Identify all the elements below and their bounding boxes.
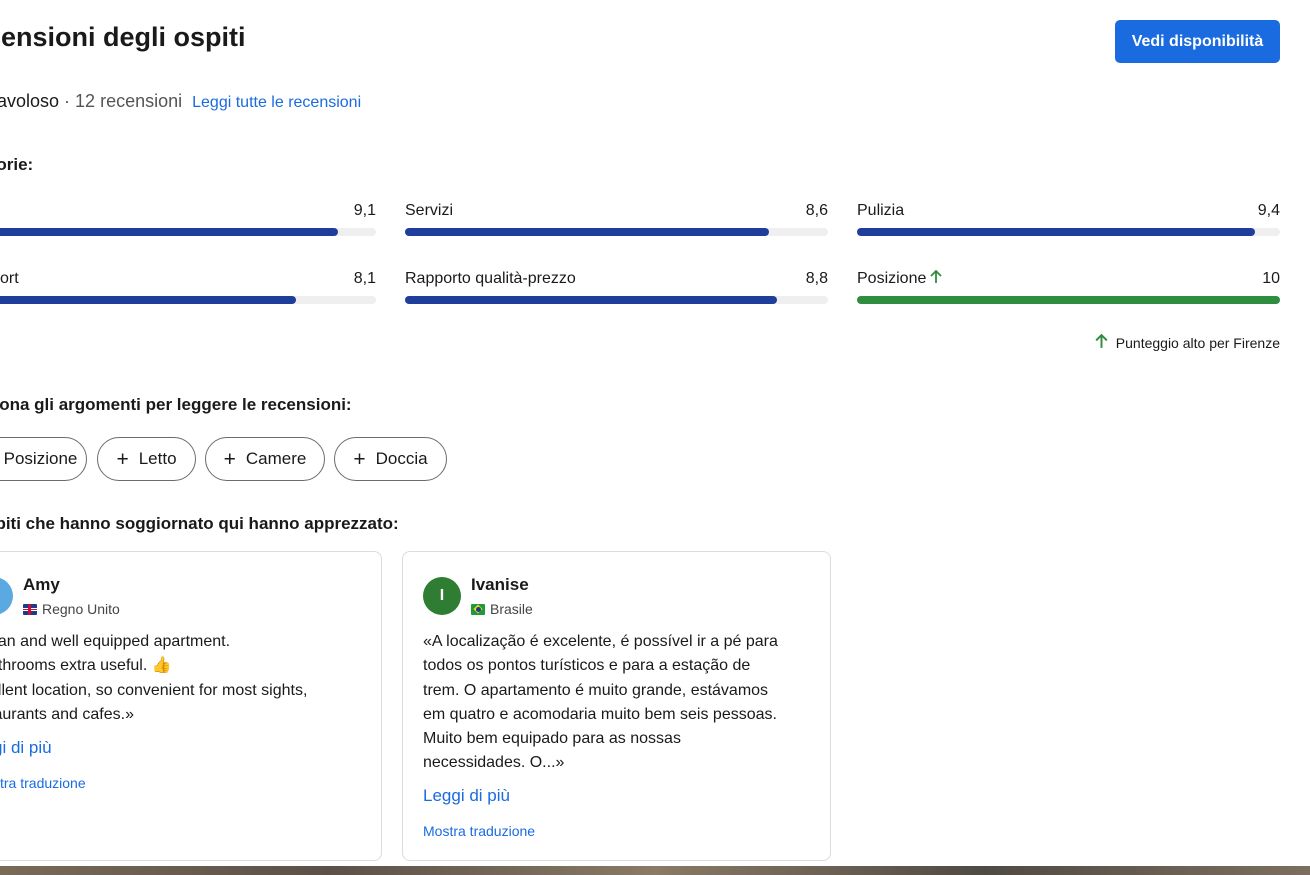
avatar (0, 577, 13, 615)
reviewer-country: Brasile (471, 601, 533, 617)
separator: · (64, 91, 71, 111)
page-title: censioni degli ospiti (0, 22, 246, 52)
score-bar-fill (405, 228, 769, 236)
high-score-note: Punteggio alto per Firenze (1095, 333, 1280, 352)
reviewer-country: Regno Unito (23, 601, 120, 617)
plus-icon: + (116, 447, 129, 471)
topic-chip-posizione[interactable]: Posizione (0, 437, 87, 481)
review-text: ean and well equipped apartment. athroom… (0, 633, 308, 723)
category-label: Rapporto qualità-prezzo (405, 270, 576, 287)
read-all-reviews-link[interactable]: Leggi tutte le recensioni (192, 94, 361, 112)
score-bar (405, 296, 828, 304)
country-name: Brasile (490, 601, 533, 617)
high-score-note-text: Punteggio alto per Firenze (1115, 335, 1280, 351)
category-label: ort (0, 270, 19, 287)
category-value: 9,1 (353, 202, 376, 219)
reviewer-name: Ivanise (471, 575, 529, 594)
category-value: 9,4 (1257, 202, 1280, 219)
plus-icon: + (223, 447, 236, 471)
uk-flag-icon (23, 603, 37, 615)
brazil-flag-icon (471, 603, 485, 615)
chip-label: Doccia (375, 449, 428, 468)
score-bar (0, 228, 376, 236)
category-score: Pulizia 9,4 (857, 200, 1280, 236)
category-label-with-badge: Posizione (857, 269, 943, 289)
topic-chip-doccia[interactable]: + Doccia (334, 437, 447, 481)
score-bar-fill (857, 228, 1255, 236)
avatar: I (423, 577, 461, 615)
arrow-up-icon (1095, 333, 1108, 352)
plus-icon: + (353, 447, 366, 471)
category-score: 9,1 (0, 200, 376, 236)
read-more-link[interactable]: gi di più (0, 738, 52, 758)
category-label: Posizione (857, 270, 927, 287)
category-score: Rapporto qualità-prezzo 8,8 (405, 268, 828, 304)
score-bar (0, 296, 376, 304)
score-bar (405, 228, 828, 236)
topic-chip-letto[interactable]: + Letto (97, 437, 196, 481)
chip-label: Letto (138, 449, 177, 468)
categories-heading: gorie: (0, 155, 34, 174)
score-bar-fill (0, 228, 338, 236)
see-availability-button[interactable]: Vedi disponibilità (1115, 20, 1280, 63)
country-name: Regno Unito (42, 601, 120, 617)
score-bar-fill (405, 296, 778, 304)
chip-label: Posizione (3, 449, 78, 468)
category-score: ort 8,1 (0, 268, 376, 304)
score-bar (857, 228, 1280, 236)
category-value: 8,8 (805, 270, 828, 287)
category-value: 8,1 (353, 270, 376, 287)
category-score: Posizione 10 (857, 268, 1280, 304)
liked-heading: spiti che hanno soggiornato qui hanno ap… (0, 514, 399, 533)
rating-summary: Favoloso · 12 recensioni Leggi tutte le … (0, 91, 361, 112)
category-value: 8,6 (805, 202, 828, 219)
reviewer-name: Amy (23, 575, 60, 594)
chip-label: Camere (245, 449, 307, 468)
review-card: Amy Regno Unito ean and well equipped ap… (0, 551, 382, 861)
review-text: «A localização é excelente, é possível i… (423, 633, 778, 772)
category-label: Servizi (405, 202, 454, 219)
background-image-strip (0, 866, 1310, 875)
read-more-link[interactable]: Leggi di più (423, 786, 510, 806)
review-count: 12 recensioni (75, 91, 183, 111)
review-card: I Ivanise Brasile «A localização é excel… (402, 551, 831, 861)
topics-heading: ziona gli argomenti per leggere le recen… (0, 395, 352, 414)
rating-word: Favoloso (0, 91, 60, 111)
score-bar-fill (857, 296, 1280, 304)
topic-chip-camere[interactable]: + Camere (205, 437, 325, 481)
show-translation-link[interactable]: Mostra traduzione (423, 823, 535, 839)
score-bar (857, 296, 1280, 304)
category-value: 10 (1262, 270, 1280, 287)
arrow-up-icon (930, 269, 943, 289)
category-label: Pulizia (857, 202, 905, 219)
category-score: Servizi 8,6 (405, 200, 828, 236)
show-translation-link[interactable]: stra traduzione (0, 775, 86, 791)
score-bar-fill (0, 296, 296, 304)
